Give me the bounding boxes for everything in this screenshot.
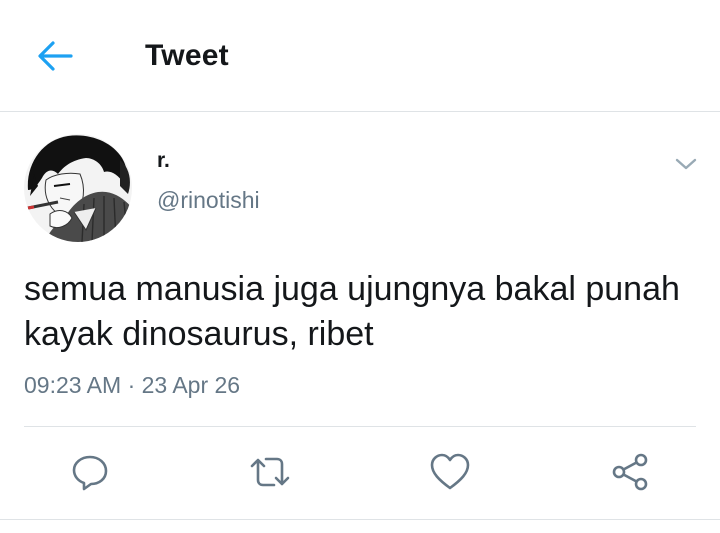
avatar-manga-portrait: [24, 134, 132, 242]
chevron-down-icon: [675, 158, 697, 170]
tweet-timestamp: 09:23 AM · 23 Apr 26: [24, 372, 241, 398]
like-button[interactable]: [428, 450, 472, 494]
top-bar: Tweet: [0, 0, 720, 112]
tweet-text: semua manusia juga ujungnya bakal punah …: [24, 270, 680, 353]
retweet-button[interactable]: [248, 450, 292, 494]
author-handle[interactable]: @rinotishi: [157, 185, 260, 215]
avatar[interactable]: [24, 134, 132, 242]
divider: [24, 426, 696, 427]
reply-icon: [72, 455, 108, 491]
retweet-icon: [250, 457, 290, 487]
back-button[interactable]: [34, 36, 76, 76]
tweet-options-button[interactable]: [670, 150, 702, 178]
reply-button[interactable]: [68, 450, 112, 494]
arrow-left-icon: [38, 41, 73, 71]
page-title: Tweet: [145, 39, 229, 72]
bottom-divider: [0, 519, 720, 520]
heart-icon: [430, 453, 470, 490]
share-icon: [612, 453, 648, 491]
author-name[interactable]: r.: [157, 148, 170, 174]
share-button[interactable]: [608, 450, 652, 494]
